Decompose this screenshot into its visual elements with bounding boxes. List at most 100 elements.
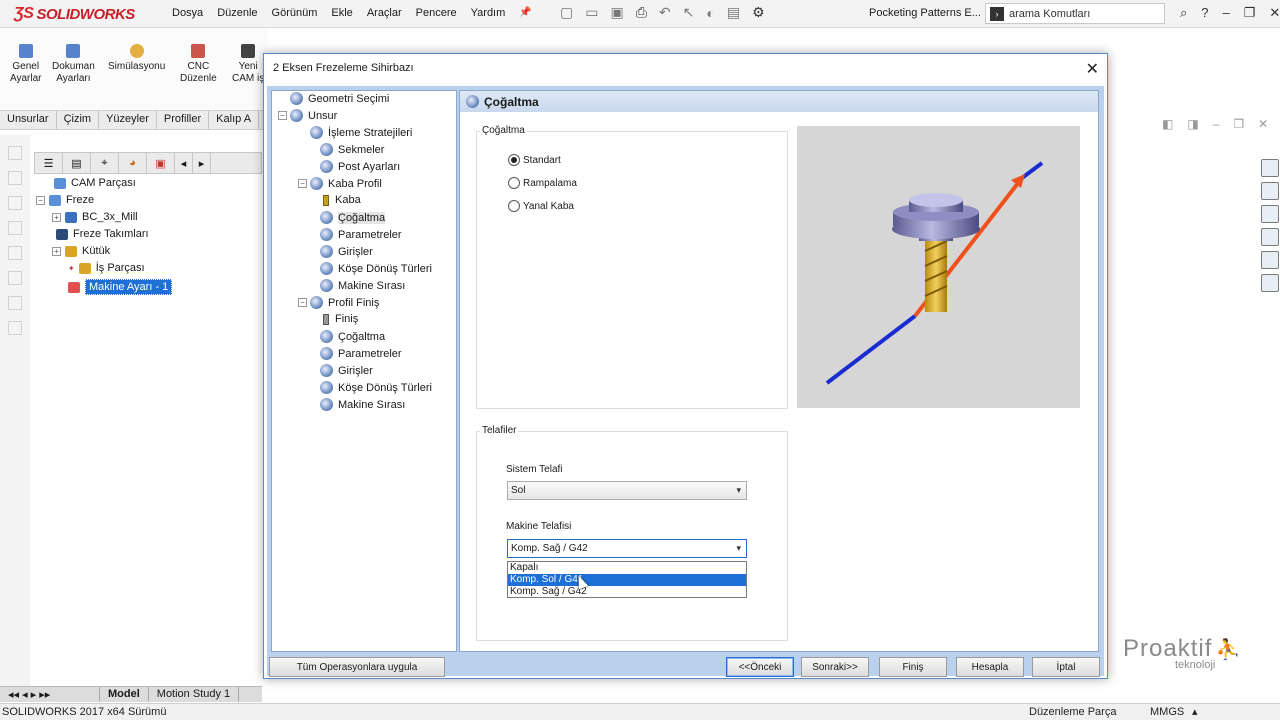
tile-left-icon[interactable]: ◧ xyxy=(1162,117,1173,131)
menu-item[interactable]: Pencere xyxy=(416,7,457,19)
command-tab[interactable]: Profiller xyxy=(157,111,210,129)
new-document-icon[interactable]: ▢ xyxy=(560,4,573,21)
previous-button[interactable]: <<Önceki xyxy=(726,657,794,677)
cam-tab-icon[interactable]: ▣ xyxy=(147,153,175,173)
tool-icon[interactable] xyxy=(8,146,22,160)
tab-nav-arrows[interactable]: ◂◂ ◂ ▸ ▸▸ xyxy=(0,687,100,702)
finish-button[interactable]: Finiş xyxy=(879,657,947,677)
tree-item[interactable]: ✦ İş Parçası xyxy=(68,262,145,274)
cancel-button[interactable]: İptal xyxy=(1032,657,1100,677)
command-tab[interactable]: Kalıp A xyxy=(209,111,260,129)
next-button[interactable]: Sonraki>> xyxy=(801,657,869,677)
nav-item[interactable]: Sekmeler xyxy=(320,143,384,156)
dropdown-option[interactable]: Komp. Sağ / G42 xyxy=(508,586,746,598)
tree-item[interactable]: − Freze xyxy=(36,194,94,206)
menu-item[interactable]: Ekle xyxy=(331,7,352,19)
expander-icon[interactable]: − xyxy=(36,195,45,205)
appearance-tab-icon[interactable]: ◕ xyxy=(119,153,147,173)
system-comp-select[interactable]: Sol ▾ xyxy=(507,481,747,500)
configuration-tab-icon[interactable]: ⌖ xyxy=(91,153,119,173)
tool-icon[interactable] xyxy=(8,196,22,210)
menu-item[interactable]: Yardım xyxy=(471,7,506,19)
close-icon[interactable]: ✕ xyxy=(1269,5,1280,21)
appearances-icon[interactable] xyxy=(1261,251,1279,269)
nav-item[interactable]: − Unsur xyxy=(278,109,337,122)
save-icon[interactable]: ▣ xyxy=(610,4,623,21)
nav-item[interactable]: Makine Sırası xyxy=(320,279,405,292)
rebuild-icon[interactable]: ◐ xyxy=(706,5,714,21)
expander-icon[interactable]: + xyxy=(52,246,61,256)
dropdown-option[interactable]: Komp. Sol / G41 xyxy=(508,574,746,586)
close-icon[interactable]: ✕ xyxy=(1086,59,1099,79)
ribbon-button[interactable]: CNC Düzenle xyxy=(180,44,217,85)
machine-comp-select[interactable]: Komp. Sağ / G42 ▾ xyxy=(507,539,747,558)
property-manager-tab-icon[interactable]: ▤ xyxy=(63,153,91,173)
tool-icon[interactable] xyxy=(8,171,22,185)
tool-icon[interactable] xyxy=(8,221,22,235)
feature-tree-tab-icon[interactable]: ☰ xyxy=(35,153,63,173)
help-icon[interactable]: ? xyxy=(1201,5,1208,21)
dropdown-option[interactable]: Kapalı xyxy=(508,562,746,574)
nav-item[interactable]: Makine Sırası xyxy=(320,398,405,411)
pattern-option-radio[interactable]: Standart xyxy=(508,154,561,166)
command-search-box[interactable]: › arama Komutları xyxy=(985,3,1165,24)
minimize-icon[interactable]: – xyxy=(1223,5,1230,21)
nav-item[interactable]: Geometri Seçimi xyxy=(290,92,389,105)
radio-circle[interactable] xyxy=(508,154,520,166)
ribbon-button[interactable]: Dokuman Ayarları xyxy=(52,44,95,85)
nav-item[interactable]: − Profil Finiş xyxy=(298,296,379,309)
tree-item[interactable]: + Kütük xyxy=(52,245,110,257)
restore-icon[interactable]: ❐ xyxy=(1244,5,1256,21)
ribbon-button[interactable]: Simülasyonu xyxy=(108,44,165,73)
open-folder-icon[interactable]: ▭ xyxy=(585,4,598,21)
print-icon[interactable]: ⎙ xyxy=(636,4,647,21)
tree-item[interactable]: Makine Ayarı - 1 xyxy=(68,279,173,295)
minimize-doc-icon[interactable]: – xyxy=(1213,117,1220,131)
command-tab[interactable]: Yüzeyler xyxy=(99,111,157,129)
custom-properties-icon[interactable] xyxy=(1261,274,1279,292)
nav-item[interactable]: Çoğaltma xyxy=(320,330,385,343)
compute-button[interactable]: Hesapla xyxy=(956,657,1024,677)
nav-item[interactable]: Köşe Dönüş Türleri xyxy=(320,262,432,275)
file-explorer-icon[interactable] xyxy=(1261,205,1279,223)
pin-icon[interactable]: 📌 xyxy=(519,7,531,19)
expander-icon[interactable]: − xyxy=(298,179,307,188)
apply-all-button[interactable]: Tüm Operasyonlara uygula xyxy=(269,657,445,677)
nav-item[interactable]: Finiş xyxy=(320,313,358,325)
nav-item[interactable]: Kaba xyxy=(320,194,361,206)
radio-circle[interactable] xyxy=(508,177,520,189)
menu-item[interactable]: Görünüm xyxy=(272,7,318,19)
expander-icon[interactable]: + xyxy=(52,212,61,222)
home-icon[interactable] xyxy=(1261,159,1279,177)
radio-circle[interactable] xyxy=(508,200,520,212)
nav-item[interactable]: − Kaba Profil xyxy=(298,177,382,190)
design-library-icon[interactable] xyxy=(1261,182,1279,200)
scroll-right-icon[interactable]: ▸ xyxy=(193,153,211,173)
tool-icon[interactable] xyxy=(8,321,22,335)
tab-motion-study[interactable]: Motion Study 1 xyxy=(149,687,240,702)
tool-icon[interactable] xyxy=(8,271,22,285)
search-icon[interactable]: ⌕ xyxy=(1180,5,1187,21)
undo-icon[interactable]: ↶ xyxy=(659,4,671,21)
nav-item[interactable]: Girişler xyxy=(320,364,373,377)
nav-item[interactable]: Parametreler xyxy=(320,228,402,241)
options-gear-icon[interactable]: ⚙ xyxy=(752,4,765,21)
restore-doc-icon[interactable]: ❐ xyxy=(1233,117,1244,131)
close-doc-icon[interactable]: ✕ xyxy=(1258,117,1268,131)
menu-item[interactable]: Araçlar xyxy=(367,7,402,19)
solidworks-logo[interactable]: ƷS SOLIDWORKS xyxy=(14,3,135,25)
nav-item[interactable]: Köşe Dönüş Türleri xyxy=(320,381,432,394)
view-palette-icon[interactable] xyxy=(1261,228,1279,246)
tree-item[interactable]: Freze Takımları xyxy=(56,228,149,240)
ribbon-button[interactable]: Yeni CAM iş xyxy=(232,44,264,85)
expander-icon[interactable]: − xyxy=(278,111,287,120)
tree-item[interactable]: + BC_3x_Mill xyxy=(52,211,138,223)
pattern-option-radio[interactable]: Rampalama xyxy=(508,177,577,189)
scroll-left-icon[interactable]: ◂ xyxy=(175,153,193,173)
nav-item-selected[interactable]: Çoğaltma xyxy=(320,211,386,224)
nav-item[interactable]: İşleme Stratejileri xyxy=(310,126,412,139)
command-tab[interactable]: Unsurlar xyxy=(0,111,57,129)
status-units[interactable]: MMGS xyxy=(1150,706,1184,718)
nav-item[interactable]: Parametreler xyxy=(320,347,402,360)
tab-model[interactable]: Model xyxy=(100,687,149,702)
